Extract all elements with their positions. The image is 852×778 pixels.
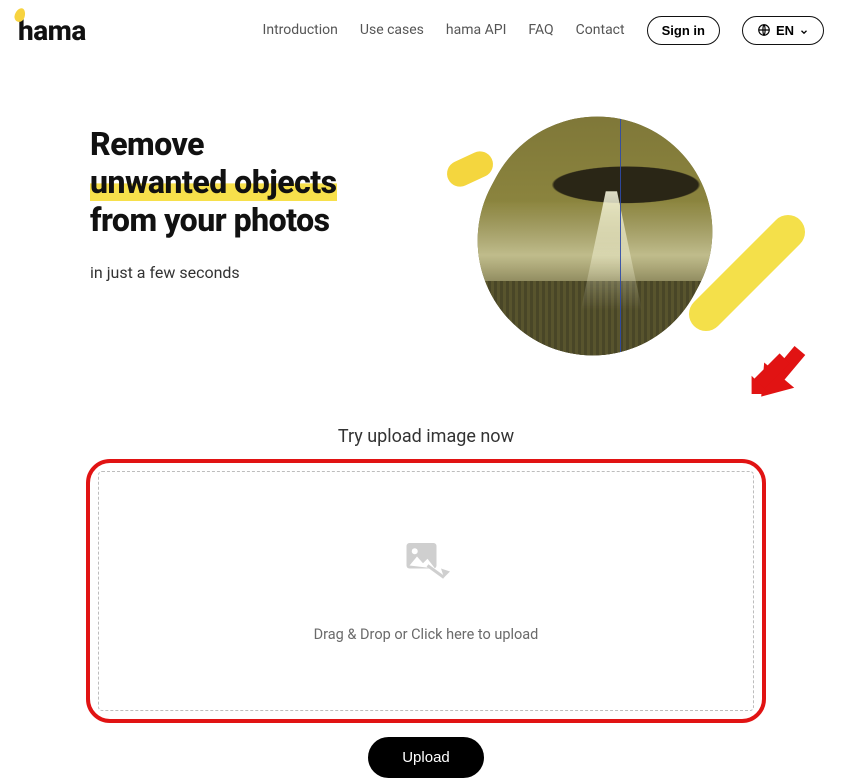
image-upload-icon [402, 540, 450, 584]
chevron-down-icon [799, 25, 809, 35]
hero-illustration [420, 126, 812, 376]
nav-introduction[interactable]: Introduction [263, 22, 338, 38]
language-label: EN [776, 23, 794, 38]
hero-section: Remove unwanted objects from your photos… [0, 54, 852, 376]
hero-line-1: Remove [90, 125, 204, 163]
upload-button-label: Upload [402, 749, 450, 766]
sign-in-label: Sign in [662, 23, 705, 38]
upload-dropzone[interactable]: Drag & Drop or Click here to upload [98, 471, 754, 711]
primary-nav: Introduction Use cases hama API FAQ Cont… [263, 16, 824, 45]
upload-prompt: Try upload image now [0, 426, 852, 447]
brand-logo[interactable]: hama [18, 14, 86, 47]
nav-contact[interactable]: Contact [576, 22, 625, 38]
hero-line-2: unwanted objects [90, 163, 337, 201]
hero-heading: Remove unwanted objects from your photos [90, 126, 420, 239]
upload-dropzone-text: Drag & Drop or Click here to upload [314, 626, 539, 643]
accent-pill-small [443, 147, 497, 191]
demo-image [437, 76, 753, 396]
sign-in-button[interactable]: Sign in [647, 16, 720, 45]
site-header: hama Introduction Use cases hama API FAQ… [0, 0, 852, 54]
brand-name: hama [18, 14, 86, 47]
hero-line-3: from your photos [90, 201, 330, 239]
annotation-highlight-box: Drag & Drop or Click here to upload [86, 459, 766, 723]
hero-subtext: in just a few seconds [90, 263, 420, 282]
nav-faq[interactable]: FAQ [528, 22, 553, 38]
nav-use-cases[interactable]: Use cases [360, 22, 424, 38]
globe-icon [757, 23, 771, 37]
nav-hama-api[interactable]: hama API [446, 22, 506, 38]
upload-button[interactable]: Upload [368, 737, 484, 778]
hero-copy: Remove unwanted objects from your photos… [90, 126, 420, 376]
language-selector[interactable]: EN [742, 16, 824, 45]
upload-section: Try upload image now Drag & Drop or Clic… [0, 426, 852, 778]
